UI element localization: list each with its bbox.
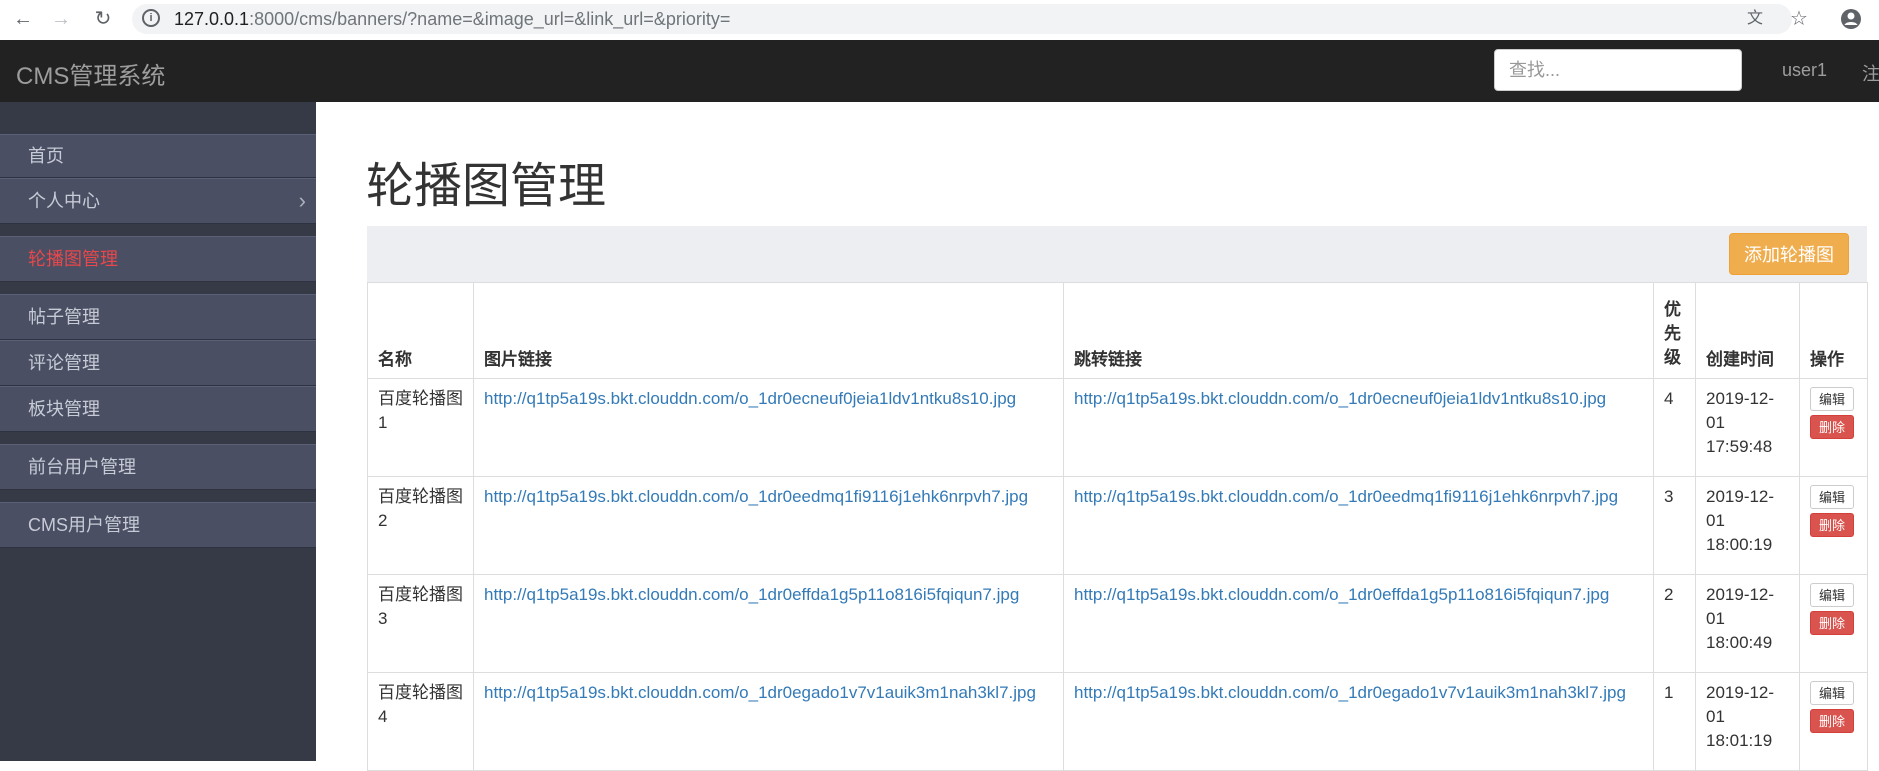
column-header-created-time: 创建时间 xyxy=(1695,282,1800,379)
cell-created-time: 2019-12-01 18:00:19 xyxy=(1695,476,1800,575)
delete-button[interactable]: 删除 xyxy=(1810,611,1854,635)
table-toolbar: 添加轮播图 xyxy=(367,226,1867,282)
table-row: 百度轮播图2 http://q1tp5a19s.bkt.clouddn.com/… xyxy=(367,476,1868,575)
delete-button[interactable]: 删除 xyxy=(1810,709,1854,733)
edit-button[interactable]: 编辑 xyxy=(1810,583,1854,607)
link-url-link[interactable]: http://q1tp5a19s.bkt.clouddn.com/o_1dr0e… xyxy=(1074,585,1609,604)
sidebar-item-label: 板块管理 xyxy=(28,399,100,419)
sidebar-item-label: 帖子管理 xyxy=(28,307,100,327)
forward-arrow-icon[interactable]: → xyxy=(46,4,76,34)
cell-priority: 3 xyxy=(1653,476,1696,575)
add-banner-button[interactable]: 添加轮播图 xyxy=(1729,233,1849,275)
column-header-link-url: 跳转链接 xyxy=(1063,282,1654,379)
column-header-image-url: 图片链接 xyxy=(473,282,1064,379)
logout-link[interactable]: 注 xyxy=(1862,60,1879,86)
chevron-right-icon: › xyxy=(298,188,306,213)
reload-icon[interactable]: ↻ xyxy=(88,4,118,34)
brand-title[interactable]: CMS管理系统 xyxy=(16,56,165,91)
table-row: 百度轮播图3 http://q1tp5a19s.bkt.clouddn.com/… xyxy=(367,574,1868,673)
edit-button[interactable]: 编辑 xyxy=(1810,387,1854,411)
sidebar-item-home[interactable]: 首页 xyxy=(0,134,316,178)
link-url-link[interactable]: http://q1tp5a19s.bkt.clouddn.com/o_1dr0e… xyxy=(1074,487,1618,506)
column-header-actions: 操作 xyxy=(1799,282,1868,379)
cell-image-url: http://q1tp5a19s.bkt.clouddn.com/o_1dr0e… xyxy=(473,574,1064,673)
sidebar-item-label: 首页 xyxy=(28,146,64,166)
address-url[interactable]: 127.0.0.1:8000/cms/banners/?name=&image_… xyxy=(174,9,730,30)
translate-icon[interactable]: 文 xyxy=(1740,4,1770,34)
cell-actions: 编辑 删除 xyxy=(1799,574,1868,673)
sidebar-item-label: CMS用户管理 xyxy=(28,515,140,535)
image-url-link[interactable]: http://q1tp5a19s.bkt.clouddn.com/o_1dr0e… xyxy=(484,683,1036,702)
back-arrow-icon[interactable]: ← xyxy=(8,4,38,34)
cell-priority: 4 xyxy=(1653,378,1696,477)
column-header-name: 名称 xyxy=(367,282,474,379)
cell-image-url: http://q1tp5a19s.bkt.clouddn.com/o_1dr0e… xyxy=(473,672,1064,771)
cell-image-url: http://q1tp5a19s.bkt.clouddn.com/o_1dr0e… xyxy=(473,476,1064,575)
url-path: :8000/cms/banners/?name=&image_url=&link… xyxy=(249,9,731,29)
sidebar-item-boards[interactable]: 板块管理 xyxy=(0,386,316,432)
sidebar-item-comments[interactable]: 评论管理 xyxy=(0,340,316,386)
cell-name: 百度轮播图3 xyxy=(367,574,474,673)
image-url-link[interactable]: http://q1tp5a19s.bkt.clouddn.com/o_1dr0e… xyxy=(484,487,1028,506)
sidebar-item-label: 评论管理 xyxy=(28,353,100,373)
table-row: 百度轮播图4 http://q1tp5a19s.bkt.clouddn.com/… xyxy=(367,672,1868,771)
cell-created-time: 2019-12-01 17:59:48 xyxy=(1695,378,1800,477)
sidebar-item-label: 轮播图管理 xyxy=(28,249,118,269)
account-icon[interactable] xyxy=(1836,4,1866,34)
sidebar-item-profile[interactable]: 个人中心 › xyxy=(0,178,316,224)
link-url-link[interactable]: http://q1tp5a19s.bkt.clouddn.com/o_1dr0e… xyxy=(1074,683,1626,702)
delete-button[interactable]: 删除 xyxy=(1810,513,1854,537)
sidebar-item-banners[interactable]: 轮播图管理 xyxy=(0,236,316,282)
sidebar-item-label: 个人中心 xyxy=(28,191,100,211)
top-navbar: CMS管理系统 user1 注 xyxy=(0,40,1879,102)
edit-button[interactable]: 编辑 xyxy=(1810,485,1854,509)
cell-name: 百度轮播图1 xyxy=(367,378,474,477)
sidebar-item-label: 前台用户管理 xyxy=(28,457,136,477)
cell-actions: 编辑 删除 xyxy=(1799,476,1868,575)
sidebar-item-front-users[interactable]: 前台用户管理 xyxy=(0,444,316,490)
cell-actions: 编辑 删除 xyxy=(1799,672,1868,771)
search-input[interactable] xyxy=(1494,49,1742,91)
sidebar-item-posts[interactable]: 帖子管理 xyxy=(0,294,316,340)
edit-button[interactable]: 编辑 xyxy=(1810,681,1854,705)
link-url-link[interactable]: http://q1tp5a19s.bkt.clouddn.com/o_1dr0e… xyxy=(1074,389,1606,408)
cell-created-time: 2019-12-01 18:01:19 xyxy=(1695,672,1800,771)
delete-button[interactable]: 删除 xyxy=(1810,415,1854,439)
info-icon[interactable]: i xyxy=(142,9,160,27)
table-row: 百度轮播图1 http://q1tp5a19s.bkt.clouddn.com/… xyxy=(367,378,1868,477)
cell-name: 百度轮播图4 xyxy=(367,672,474,771)
cell-link-url: http://q1tp5a19s.bkt.clouddn.com/o_1dr0e… xyxy=(1063,476,1654,575)
cell-created-time: 2019-12-01 18:00:49 xyxy=(1695,574,1800,673)
page-title: 轮播图管理 xyxy=(366,160,607,213)
cell-link-url: http://q1tp5a19s.bkt.clouddn.com/o_1dr0e… xyxy=(1063,672,1654,771)
image-url-link[interactable]: http://q1tp5a19s.bkt.clouddn.com/o_1dr0e… xyxy=(484,585,1019,604)
image-url-link[interactable]: http://q1tp5a19s.bkt.clouddn.com/o_1dr0e… xyxy=(484,389,1016,408)
cell-image-url: http://q1tp5a19s.bkt.clouddn.com/o_1dr0e… xyxy=(473,378,1064,477)
address-bar[interactable]: i 127.0.0.1:8000/cms/banners/?name=&imag… xyxy=(132,4,1792,34)
url-host: 127.0.0.1 xyxy=(174,9,250,29)
user-menu-link[interactable]: user1 xyxy=(1782,60,1827,81)
cell-priority: 1 xyxy=(1653,672,1696,771)
browser-toolbar: ← → ↻ i 127.0.0.1:8000/cms/banners/?name… xyxy=(0,0,1879,41)
sidebar-item-cms-users[interactable]: CMS用户管理 xyxy=(0,502,316,548)
sidebar: 首页 个人中心 › 轮播图管理 帖子管理 评论管理 板块管理 前台用户管理 CMS… xyxy=(0,102,316,761)
column-header-priority: 优先级 xyxy=(1653,282,1696,379)
cell-name: 百度轮播图2 xyxy=(367,476,474,575)
banner-table: 名称 图片链接 跳转链接 优先级 创建时间 操作 百度轮播图1 http://q… xyxy=(367,282,1868,771)
cell-link-url: http://q1tp5a19s.bkt.clouddn.com/o_1dr0e… xyxy=(1063,574,1654,673)
cell-link-url: http://q1tp5a19s.bkt.clouddn.com/o_1dr0e… xyxy=(1063,378,1654,477)
cell-actions: 编辑 删除 xyxy=(1799,378,1868,477)
cell-priority: 2 xyxy=(1653,574,1696,673)
table-header-row: 名称 图片链接 跳转链接 优先级 创建时间 操作 xyxy=(367,282,1868,379)
bookmark-star-icon[interactable]: ☆ xyxy=(1784,4,1814,34)
